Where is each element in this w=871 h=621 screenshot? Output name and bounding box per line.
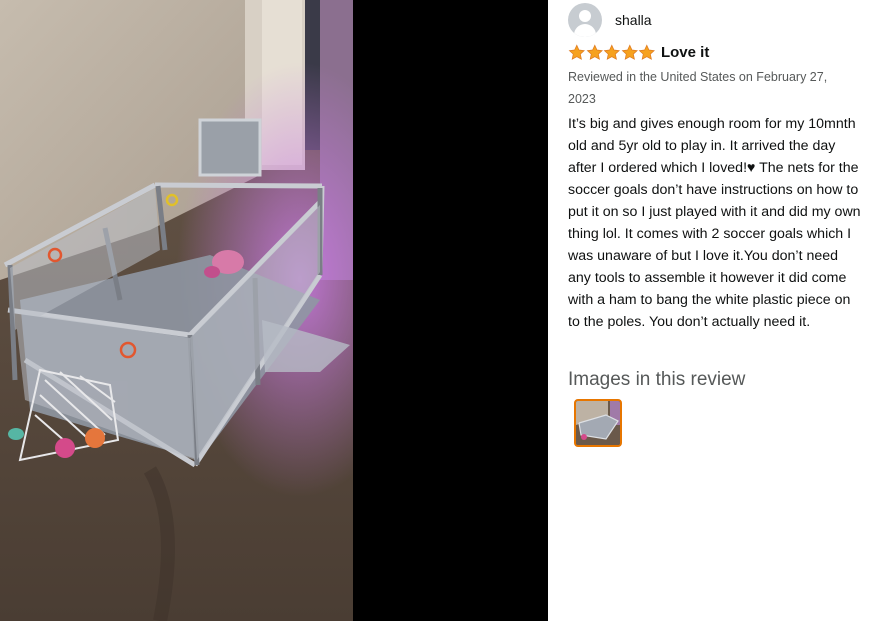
review-image-thumbnail[interactable] [574,399,622,447]
review-panel: shalla Love it Reviewed in the United St… [568,0,863,621]
review-author[interactable]: shalla [568,3,652,37]
default-user-icon [568,3,602,37]
star-rating [568,43,656,61]
star-icon [568,43,585,60]
author-name[interactable]: shalla [615,12,652,28]
star-icon [621,43,638,60]
review-title: Love it [660,43,710,61]
rating-row: Love it [568,43,709,61]
star-icon [603,43,621,60]
review-text: It’s big and gives enough room for my 10… [568,116,861,330]
review-image-viewer [0,0,548,621]
review-date: Reviewed in the United States on Februar… [568,70,828,106]
star-icon [586,43,603,60]
star-icon [638,43,656,60]
images-heading: Images in this review [568,369,746,390]
review-photo [0,0,353,621]
